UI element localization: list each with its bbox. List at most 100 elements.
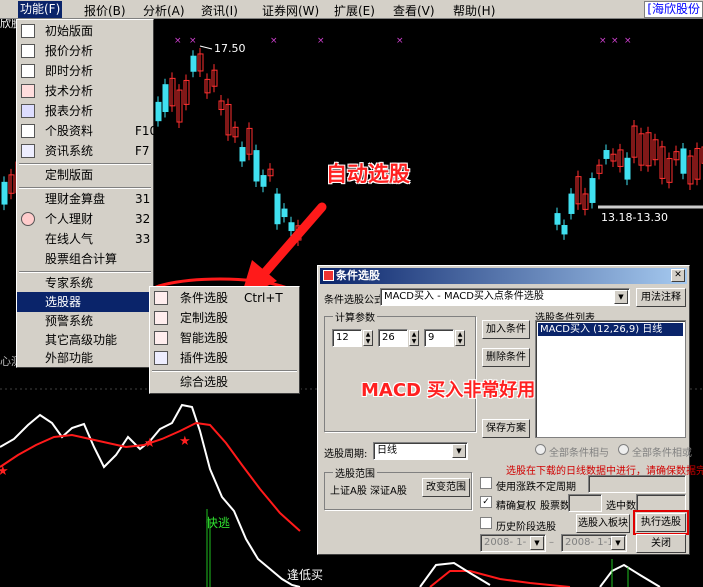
menu-item-report-analysis[interactable]: 报表分析 — [17, 101, 153, 121]
menu-item-custom-layout[interactable]: 定制版面 ▶ — [17, 165, 161, 185]
menu-quote[interactable]: 报价(B) — [84, 2, 126, 19]
menu-item-initial-layout[interactable]: 初始版面 — [17, 21, 153, 41]
macd-annotation: MACD 买入非常好用 — [361, 380, 536, 401]
date-to-field[interactable]: 2008- 1-15 ▼ — [561, 534, 627, 552]
param-2-input[interactable]: 26 — [378, 329, 408, 347]
menu-item-realtime-analysis[interactable]: 即时分析 — [17, 61, 153, 81]
chevron-down-icon: ▼ — [614, 290, 628, 304]
close-icon[interactable]: ✕ — [671, 269, 685, 282]
line-chart-icon — [21, 64, 35, 78]
candle-body — [190, 55, 197, 72]
submenu-item-smart-select[interactable]: 智能选股 — [150, 328, 299, 348]
period-select[interactable]: 日线 ▼ — [373, 442, 468, 460]
save-plan-button[interactable]: 保存方案 — [482, 419, 530, 438]
dialog-title: 条件选股 — [336, 269, 380, 282]
param-1-input[interactable]: 12 — [332, 329, 362, 347]
stock-count-label: 股票数 — [540, 501, 570, 512]
candle-body — [281, 208, 288, 218]
change-scope-button[interactable]: 改变范围 — [422, 478, 470, 497]
history-period-checkbox[interactable] — [480, 517, 492, 529]
candle-body — [561, 225, 568, 235]
menu-item-stock-profile[interactable]: 个股资料 F10 — [17, 121, 157, 141]
menu-item-info-system[interactable]: 资讯系统 F7 — [17, 141, 153, 161]
candle-body — [274, 193, 281, 225]
candle-body — [162, 84, 169, 113]
menu-extend[interactable]: 扩展(E) — [334, 2, 375, 19]
selected-count-field — [636, 494, 686, 512]
history-period-label: 历史阶段选股 — [496, 522, 556, 533]
param-1-spinner[interactable]: ▲ ▼ — [363, 330, 373, 346]
candle-icon — [21, 84, 35, 98]
formula-label: 条件选股公式 — [324, 295, 384, 306]
execute-select-button[interactable]: 执行选股 — [633, 510, 689, 535]
formula-select[interactable]: MACD买入 - MACD买入点条件选股 ▼ — [380, 288, 630, 306]
candle-body — [568, 193, 575, 214]
dialog-app-icon — [323, 270, 334, 281]
stock-picker-submenu: 条件选股 Ctrl+T 定制选股 智能选股 插件选股 综合选股 — [149, 286, 300, 394]
menu-item-personal-finance[interactable]: 个人理财 32 — [17, 209, 153, 229]
menu-help[interactable]: 帮助(H) — [453, 2, 495, 19]
svg-text:×: × — [396, 36, 404, 46]
menu-item-finance-abacus[interactable]: 理财金算盘 31 — [17, 189, 153, 209]
menu-info[interactable]: 资讯(I) — [201, 2, 238, 19]
submenu-item-plugin-select[interactable]: 插件选股 — [150, 348, 299, 368]
svg-text:×: × — [624, 36, 632, 46]
menu-securities-net[interactable]: 证券网(W) — [262, 2, 319, 19]
prescreen-checkbox[interactable] — [480, 477, 492, 489]
svg-text:×: × — [270, 36, 278, 46]
condition-list[interactable]: MACD买入 (12,26,9) 日线 — [535, 320, 686, 438]
svg-text:★: ★ — [144, 436, 156, 451]
param-3-spinner[interactable]: ▲ ▼ — [455, 330, 465, 346]
prescreen-field[interactable] — [588, 475, 686, 493]
menu-function[interactable]: 功能(F) — [18, 1, 63, 18]
menu-item-technical-analysis[interactable]: 技术分析 — [17, 81, 153, 101]
svg-text:×: × — [189, 36, 197, 46]
param-3-input[interactable]: 9 — [424, 329, 454, 347]
select-into-block-button[interactable]: 选股入板块 — [576, 514, 630, 533]
menu-item-stock-picker[interactable]: 选股器▶ — [17, 292, 161, 312]
layout-icon — [21, 24, 35, 38]
add-condition-button[interactable]: 加入条件 — [482, 320, 530, 339]
indicator-white-line — [0, 403, 301, 587]
candle-body — [155, 101, 162, 122]
precise-adjust-checkbox[interactable]: ✓ — [480, 496, 492, 508]
indicator-red-line-right — [429, 570, 571, 587]
menu-item-other-advanced[interactable]: 其它高级功能▶ — [17, 330, 161, 350]
grid-icon — [21, 44, 35, 58]
menu-item-online-popularity[interactable]: 在线人气 33 — [17, 229, 153, 249]
svg-text:×: × — [174, 36, 182, 46]
menu-item-expert-system[interactable]: 专家系统 ▶ — [17, 273, 161, 293]
date-from-field[interactable]: 2008- 1- 8 ▼ — [480, 534, 546, 552]
signal-low-buy: 逢低买 — [287, 568, 323, 582]
svg-text:★: ★ — [179, 434, 191, 449]
stock-name-tab[interactable]: [海欣股份 — [644, 1, 703, 18]
delete-condition-button[interactable]: 删除条件 — [482, 348, 530, 367]
menu-view[interactable]: 查看(V) — [393, 2, 435, 19]
submenu-item-custom-select[interactable]: 定制选股 — [150, 308, 299, 328]
param-2-spinner[interactable]: ▲ ▼ — [409, 330, 419, 346]
dialog-titlebar: 条件选股 ✕ — [320, 268, 687, 284]
menu-analysis[interactable]: 分析(A) — [143, 2, 185, 19]
condition-list-item[interactable]: MACD买入 (12,26,9) 日线 — [538, 323, 683, 336]
radio-all-or-label: 全部条件相与 — [549, 448, 609, 459]
chevron-down-icon: ▼ — [611, 536, 625, 550]
radio-all-and[interactable] — [618, 444, 629, 455]
svg-text:×: × — [611, 36, 619, 46]
radio-all-or[interactable] — [535, 444, 546, 455]
candle-body — [253, 150, 260, 182]
menu-item-external[interactable]: 外部功能▶ — [17, 348, 161, 368]
submenu-item-condition-select[interactable]: 条件选股 Ctrl+T — [150, 288, 299, 308]
custom-icon — [154, 311, 168, 325]
menubar: 功能(F) 报价(B) 分析(A) 资讯(I) 证券网(W) 扩展(E) 查看(… — [0, 0, 703, 19]
usage-notes-button[interactable]: 用法注释 — [636, 288, 686, 307]
prescreen-label: 使用涨跌不定周期 — [496, 482, 576, 493]
submenu-item-composite-select[interactable]: 综合选股 — [150, 372, 299, 392]
smart-icon — [154, 331, 168, 345]
menu-item-portfolio-calc[interactable]: 股票组合计算 — [17, 249, 153, 269]
chevron-down-icon: ▼ — [452, 444, 466, 458]
stock-count-field — [568, 494, 602, 512]
menu-item-alert-system[interactable]: 预警系统▶ — [17, 311, 161, 331]
menu-item-quote-analysis[interactable]: 报价分析 — [17, 41, 153, 61]
function-menu: 初始版面 报价分析 即时分析 技术分析 报表分析 个股资料 F10 资讯系统 F7 … — [16, 19, 161, 368]
close-button[interactable]: 关闭 — [636, 534, 686, 553]
